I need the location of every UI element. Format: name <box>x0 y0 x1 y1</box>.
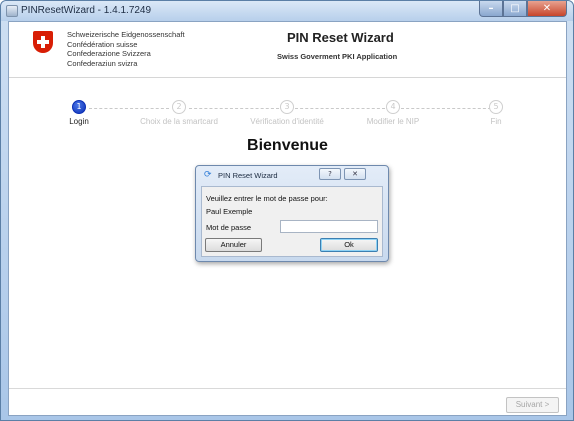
next-button[interactable]: Suivant > <box>506 397 559 413</box>
window-controls: – □ ✕ <box>479 1 567 18</box>
dialog-user-name: Paul Exemple <box>206 207 253 216</box>
password-dialog: ⟳ PIN Reset Wizard ? ✕ Veuillez entrer l… <box>195 165 389 262</box>
password-input[interactable] <box>280 220 378 233</box>
app-icon <box>6 5 18 17</box>
step-login: 1 Login <box>24 100 134 126</box>
app-subtitle: Swiss Goverment PKI Application <box>277 52 398 61</box>
step-number-icon: 3 <box>280 100 294 114</box>
dialog-body: Veuillez entrer le mot de passe pour: Pa… <box>201 186 383 257</box>
confed-line-fr: Confédération suisse <box>67 39 138 49</box>
app-title: PIN Reset Wizard <box>287 30 394 45</box>
dialog-prompt: Veuillez entrer le mot de passe pour: <box>206 194 328 203</box>
wizard-steps: 1 Login 2 Choix de la smartcard 3 Vérifi… <box>9 100 566 134</box>
ok-button[interactable]: Ok <box>320 238 378 252</box>
step-label: Login <box>69 117 89 126</box>
step-number-icon: 2 <box>172 100 186 114</box>
dialog-help-button[interactable]: ? <box>319 168 341 180</box>
step-number-icon: 1 <box>72 100 86 114</box>
step-number-icon: 5 <box>489 100 503 114</box>
step-label: Fin <box>490 117 502 126</box>
swiss-cross-logo <box>33 31 53 53</box>
dialog-close-button[interactable]: ✕ <box>344 168 366 180</box>
window-title: PINResetWizard - 1.4.1.7249 <box>21 5 152 16</box>
minimize-button[interactable]: – <box>479 1 503 17</box>
confed-line-it: Confederazione Svizzera <box>67 49 151 58</box>
header: Schweizerische Eidgenossenschaft Confédé… <box>9 22 566 78</box>
welcome-heading: Bienvenue <box>247 137 328 154</box>
step-end: 5 Fin <box>441 100 551 126</box>
title-bar[interactable]: PINResetWizard - 1.4.1.7249 – □ ✕ <box>1 1 573 21</box>
close-button[interactable]: ✕ <box>527 1 567 17</box>
maximize-button[interactable]: □ <box>503 1 527 17</box>
dialog-title: PIN Reset Wizard <box>218 171 278 180</box>
app-window: PINResetWizard - 1.4.1.7249 – □ ✕ Schwei… <box>0 0 574 421</box>
step-smartcard: 2 Choix de la smartcard <box>124 100 234 126</box>
step-modify-pin: 4 Modifier le NIP <box>338 100 448 126</box>
step-identity: 3 Vérification d'identité <box>232 100 342 126</box>
refresh-icon: ⟳ <box>204 170 212 180</box>
step-label: Choix de la smartcard <box>140 117 218 126</box>
step-label: Modifier le NIP <box>366 117 420 126</box>
step-number-icon: 4 <box>386 100 400 114</box>
confed-line-rm: Confederaziun svizra <box>67 58 138 68</box>
confederation-names: Schweizerische Eidgenossenschaft Confédé… <box>67 30 185 68</box>
footer-divider <box>9 388 566 389</box>
password-label: Mot de passe <box>206 223 252 232</box>
step-label: Vérification d'identité <box>250 117 324 126</box>
confed-line-de: Schweizerische Eidgenossenschaft <box>67 30 185 39</box>
cancel-button[interactable]: Annuler <box>205 238 262 252</box>
client-area: Schweizerische Eidgenossenschaft Confédé… <box>8 21 567 416</box>
dialog-title-bar[interactable]: ⟳ PIN Reset Wizard ? ✕ <box>196 166 388 184</box>
